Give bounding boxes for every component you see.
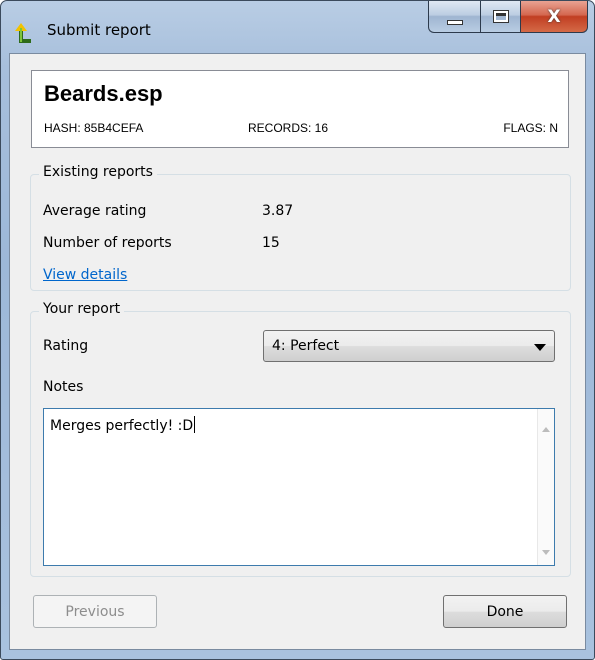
average-rating-label: Average rating [43, 203, 147, 219]
plugin-hash: HASH: 85B4CEFA [44, 121, 144, 135]
maximize-button[interactable] [480, 1, 520, 33]
existing-reports-group: Existing reports Average rating 3.87 Num… [30, 164, 571, 291]
scroll-up-icon[interactable] [542, 427, 550, 432]
average-rating-value: 3.87 [262, 203, 294, 219]
chevron-down-icon [534, 344, 546, 351]
close-icon: X [547, 6, 561, 27]
plugin-records: RECORDS: 16 [248, 121, 329, 135]
view-details-link[interactable]: View details [43, 267, 127, 283]
notes-textarea[interactable]: Merges perfectly! :D [43, 408, 555, 566]
rating-select[interactable]: 4: Perfect [263, 330, 555, 362]
minimize-button[interactable] [428, 1, 480, 33]
dialog-client-area: Beards.esp HASH: 85B4CEFA RECORDS: 16 FL… [9, 53, 586, 650]
notes-scrollbar[interactable] [537, 409, 554, 565]
minimize-icon [446, 20, 463, 25]
window-controls: X [428, 1, 588, 39]
plugin-info-box: Beards.esp HASH: 85B4CEFA RECORDS: 16 FL… [31, 70, 569, 148]
previous-button[interactable]: Previous [33, 595, 157, 628]
your-report-legend: Your report [39, 301, 125, 317]
done-button[interactable]: Done [443, 595, 567, 628]
scroll-down-icon[interactable] [542, 550, 550, 555]
dialog-window: Submit report X Beards.esp HASH: 85B4CEF… [0, 0, 595, 660]
text-caret [194, 416, 196, 433]
title-bar[interactable]: Submit report X [1, 1, 594, 53]
existing-reports-legend: Existing reports [39, 164, 157, 180]
rating-selected-value: 4: Perfect [272, 338, 340, 354]
plugin-flags: FLAGS: N [503, 121, 558, 135]
close-button[interactable]: X [520, 1, 588, 33]
notes-value: Merges perfectly! :D [50, 418, 194, 434]
your-report-group: Your report Rating 4: Perfect Notes Merg… [30, 301, 571, 577]
rating-label: Rating [43, 338, 89, 354]
notes-label: Notes [43, 379, 84, 395]
app-icon [15, 23, 31, 43]
plugin-name: Beards.esp [44, 81, 163, 106]
notes-text: Merges perfectly! :D [50, 416, 196, 434]
window-title: Submit report [47, 21, 151, 39]
number-of-reports-value: 15 [262, 235, 280, 251]
maximize-icon [492, 10, 509, 23]
number-of-reports-label: Number of reports [43, 235, 172, 251]
